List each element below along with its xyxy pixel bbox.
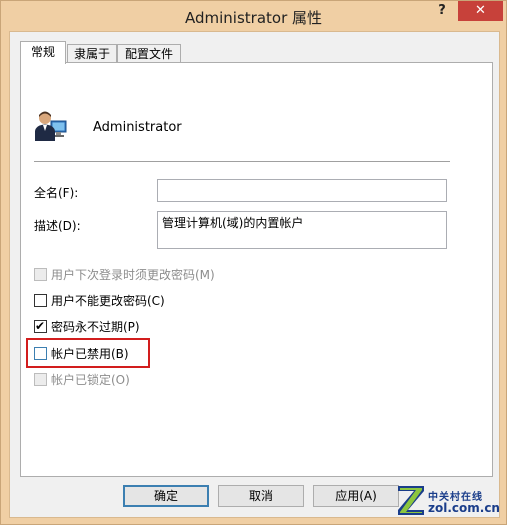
checkbox-must-change-password[interactable] <box>34 267 47 281</box>
close-button[interactable]: ✕ <box>458 1 503 21</box>
ok-button[interactable]: 确定 <box>123 485 209 507</box>
option-cannot-change-password[interactable]: 用户不能更改密码(C) <box>34 292 165 308</box>
zol-logo-icon <box>398 486 424 515</box>
option-label: 用户不能更改密码(C) <box>51 293 165 308</box>
divider <box>34 161 450 162</box>
user-avatar-icon <box>35 111 67 141</box>
checkbox-cannot-change-password[interactable] <box>34 293 47 307</box>
user-name: Administrator <box>93 120 182 135</box>
fullname-input[interactable] <box>157 179 447 202</box>
dialog-client: 常规 隶属于 配置文件 Administrator 全名(F): 描述(D): … <box>9 31 500 518</box>
description-input[interactable]: 管理计算机(域)的内置帐户 <box>157 211 447 249</box>
properties-window: Administrator 属性 ? ✕ 常规 隶属于 配置文件 Adminis… <box>0 0 507 525</box>
option-label: 用户下次登录时须更改密码(M) <box>51 267 215 282</box>
title-bar[interactable]: Administrator 属性 ? ✕ <box>1 1 506 31</box>
tab-general[interactable]: 常规 <box>20 41 66 64</box>
option-label: 帐户已锁定(O) <box>51 372 130 387</box>
option-label: 密码永不过期(P) <box>51 319 140 334</box>
general-panel: Administrator 全名(F): 描述(D): 管理计算机(域)的内置帐… <box>20 62 493 477</box>
help-button[interactable]: ? <box>431 3 453 21</box>
zol-watermark: 中关村在线 zol.com.cn <box>396 482 504 522</box>
option-password-never-expires[interactable]: ✔ 密码永不过期(P) <box>34 318 140 334</box>
apply-button[interactable]: 应用(A) <box>313 485 399 507</box>
watermark-en: zol.com.cn <box>428 501 500 515</box>
cancel-button[interactable]: 取消 <box>218 485 304 507</box>
checkbox-account-locked[interactable] <box>34 372 47 386</box>
tab-profile[interactable]: 配置文件 <box>117 44 181 63</box>
red-highlight-box <box>26 338 150 368</box>
fullname-label: 全名(F): <box>34 186 79 200</box>
check-icon: ✔ <box>35 318 46 333</box>
description-label: 描述(D): <box>34 219 81 233</box>
checkbox-password-never-expires[interactable]: ✔ <box>34 318 47 333</box>
option-must-change-password[interactable]: 用户下次登录时须更改密码(M) <box>34 266 215 282</box>
tab-member-of[interactable]: 隶属于 <box>67 44 117 63</box>
option-account-locked[interactable]: 帐户已锁定(O) <box>34 371 130 387</box>
